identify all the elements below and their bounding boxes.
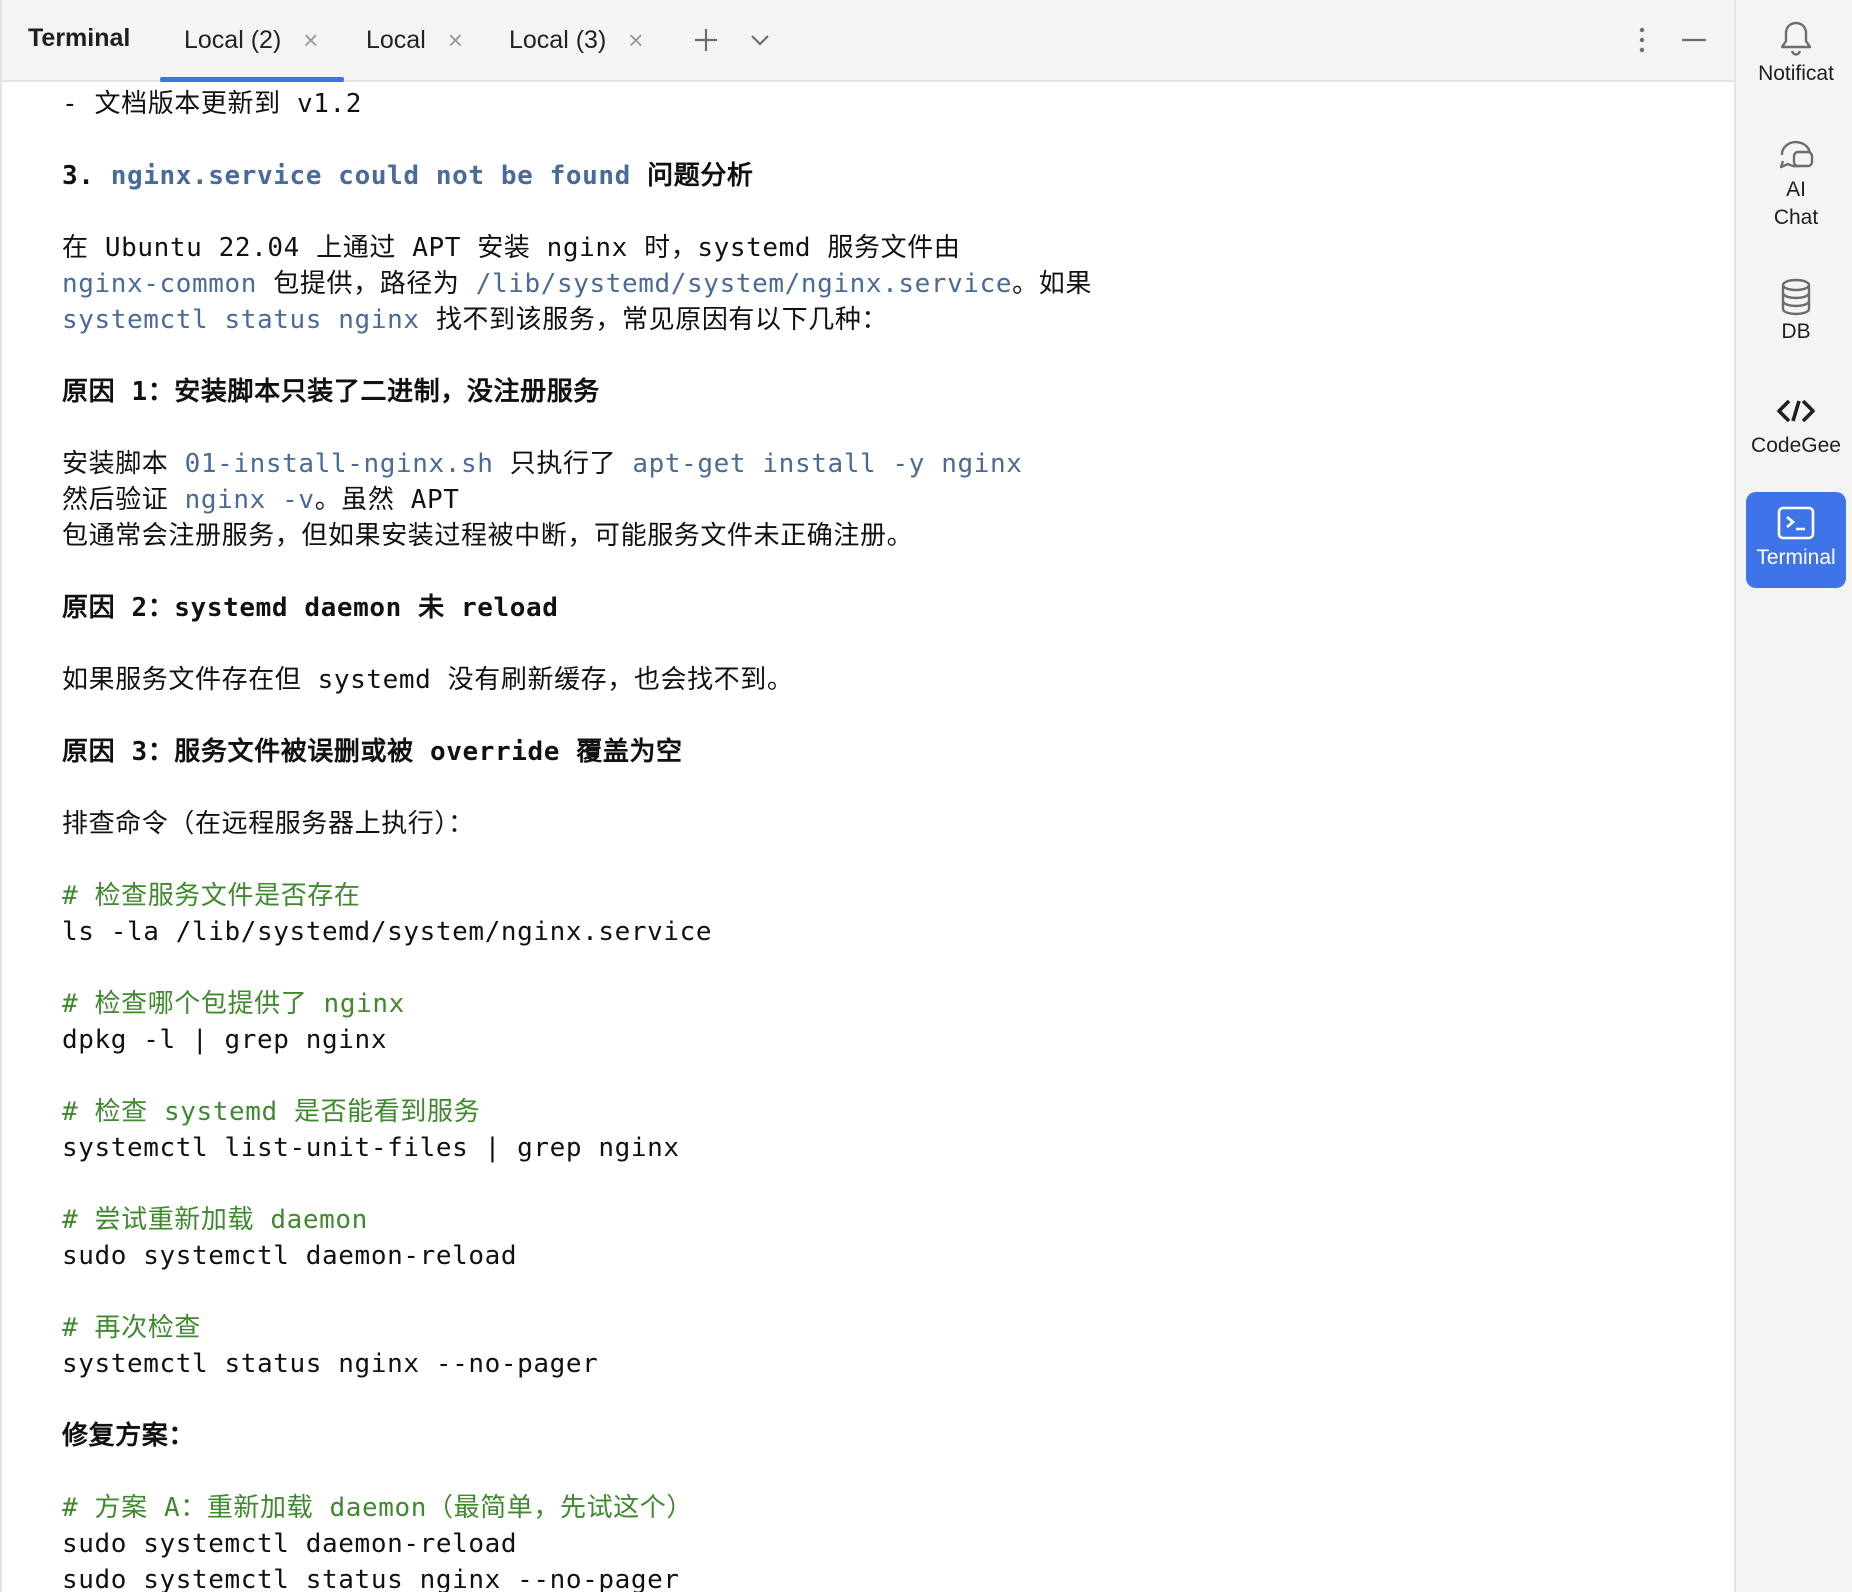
output-line: 排查命令（在远程服务器上执行）： [62, 809, 475, 839]
output-line: 如果服务文件存在但 systemd 没有刷新缓存，也会找不到。 [62, 665, 794, 695]
sidebar-item-label: AI [1786, 178, 1806, 201]
sidebar-item-terminal[interactable]: Terminal [1746, 492, 1846, 588]
more-options-button[interactable] [1622, 18, 1662, 62]
close-icon[interactable]: × [303, 27, 318, 53]
sidebar-item-db[interactable]: DB [1746, 276, 1846, 352]
chevron-down-icon [751, 35, 769, 46]
ai-chat-icon [1775, 134, 1817, 176]
sidebar-item-ai-chat[interactable]: AI Chat [1746, 134, 1846, 242]
code-line: systemctl list-unit-files | grep nginx [62, 1133, 680, 1163]
tab-label: Local [366, 25, 426, 54]
tab-dropdown-button[interactable] [740, 18, 780, 62]
code-line: dpkg -l | grep nginx [62, 1025, 388, 1055]
minimize-icon [1682, 38, 1706, 42]
tab-local-2[interactable]: Local (2) × [159, 0, 345, 82]
terminal-icon [1775, 502, 1817, 544]
more-vertical-icon [1639, 27, 1645, 53]
sidebar-item-label: Chat [1773, 206, 1819, 229]
section-heading: 3. nginx.service could not be found 问题分析 [62, 161, 754, 191]
section-heading: 原因 2：systemd daemon 未 reload [62, 593, 559, 623]
section-heading: 原因 3：服务文件被误删或被 override 覆盖为空 [62, 737, 683, 767]
code-comment: # 再次检查 [62, 1313, 201, 1343]
output-line: 然后验证 nginx -v。虽然 APT [62, 485, 460, 515]
sidebar-item-label: Terminal [1756, 546, 1836, 569]
sidebar-item-label: DB [1781, 320, 1811, 343]
sidebar-item-label: Notificat [1758, 62, 1834, 85]
database-icon [1775, 276, 1817, 318]
plus-icon [695, 29, 717, 51]
code-comment: # 检查哪个包提供了 nginx [62, 989, 405, 1019]
new-tab-button[interactable] [686, 18, 726, 62]
code-line: sudo systemctl status nginx --no-pager [62, 1565, 680, 1592]
minimize-button[interactable] [1674, 18, 1714, 62]
terminal-tab-bar: Terminal Local (2) × Local × Local (3) × [2, 0, 1734, 82]
output-line: 包通常会注册服务，但如果安装过程被中断，可能服务文件未正确注册。 [62, 521, 914, 551]
close-icon[interactable]: × [448, 27, 463, 53]
tab-local-3[interactable]: Local (3) × [509, 0, 643, 80]
right-tool-strip: Notificat AI Chat DB CodeGee Terminal [1734, 0, 1852, 1592]
tab-label: Local (3) [509, 25, 607, 54]
code-line: ls -la /lib/systemd/system/nginx.service [62, 917, 713, 947]
code-comment: # 尝试重新加载 daemon [62, 1205, 368, 1235]
tab-local[interactable]: Local × [366, 0, 463, 80]
tab-label: Local (2) [184, 25, 282, 54]
output-line: - 文档版本更新到 v1.2 [62, 89, 362, 119]
output-line: 在 Ubuntu 22.04 上通过 APT 安装 nginx 时，system… [62, 233, 961, 263]
sidebar-item-label: CodeGee [1751, 434, 1841, 457]
output-line: nginx-common 包提供，路径为 /lib/systemd/system… [62, 269, 1092, 299]
output-line: systemctl status nginx 找不到该服务，常见原因有以下几种： [62, 305, 889, 335]
code-line: sudo systemctl daemon-reload [62, 1241, 518, 1271]
code-line: systemctl status nginx --no-pager [62, 1349, 599, 1379]
output-line: 安装脚本 01-install-nginx.sh 只执行了 apt-get in… [62, 449, 1023, 479]
close-icon[interactable]: × [628, 27, 643, 53]
code-comment: # 检查服务文件是否存在 [62, 881, 361, 911]
panel-title: Terminal [28, 24, 131, 52]
sidebar-item-notifications[interactable]: Notificat [1746, 18, 1846, 102]
code-comment: # 方案 A：重新加载 daemon（最简单，先试这个） [62, 1493, 693, 1523]
terminal-panel: Terminal Local (2) × Local × Local (3) ×… [0, 0, 1734, 1592]
terminal-output[interactable]: - 文档版本更新到 v1.2 3. nginx.service could no… [62, 86, 1714, 1592]
sidebar-item-codegeex[interactable]: CodeGee [1746, 390, 1846, 468]
code-line: sudo systemctl daemon-reload [62, 1529, 518, 1559]
codegeex-icon [1775, 390, 1817, 432]
section-heading: 修复方案： [62, 1421, 196, 1451]
section-heading: 原因 1：安装脚本只装了二进制，没注册服务 [62, 377, 600, 407]
bell-icon [1775, 18, 1817, 60]
code-comment: # 检查 systemd 是否能看到服务 [62, 1097, 481, 1127]
